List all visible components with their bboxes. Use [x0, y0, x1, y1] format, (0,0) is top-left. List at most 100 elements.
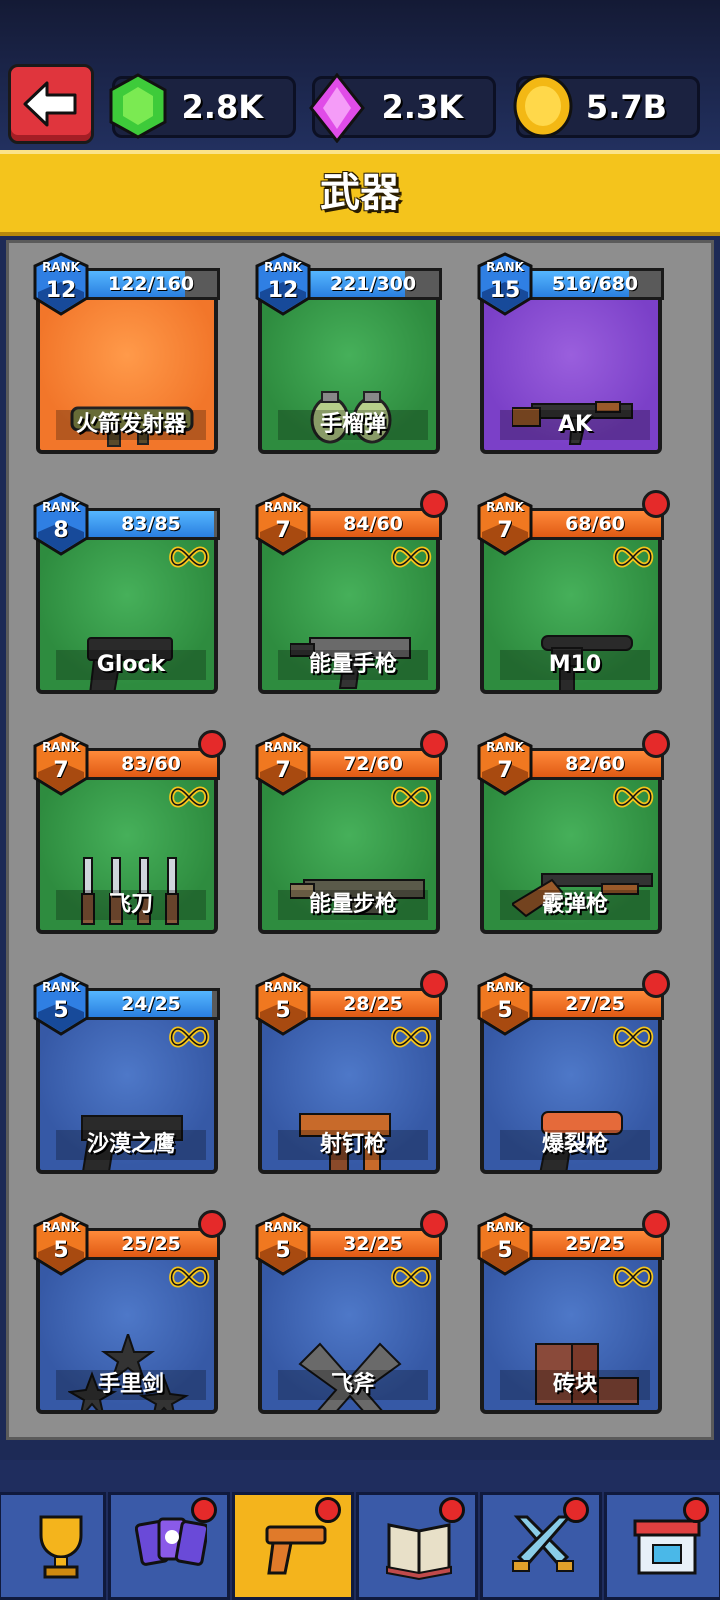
book-icon — [386, 1523, 452, 1581]
notification-dot — [642, 490, 670, 518]
notification-dot — [642, 730, 670, 758]
weapon-name: 能量步枪 — [278, 890, 428, 920]
rank-number: 5 — [53, 998, 69, 1023]
notification-dot — [315, 1497, 341, 1523]
weapon-card[interactable]: 爆裂枪 27/25 RANK 5 — [476, 964, 670, 1184]
currency-gem-green[interactable]: 2.8K — [109, 73, 296, 139]
notification-dot — [191, 1497, 217, 1523]
weapon-name: Glock — [56, 650, 206, 680]
notification-dot — [198, 1210, 226, 1238]
rank-badge: RANK 7 — [254, 492, 312, 556]
rank-badge: RANK 7 — [254, 732, 312, 796]
back-arrow-icon — [23, 81, 77, 127]
weapon-card[interactable]: 沙漠之鹰 24/25 RANK 5 — [32, 964, 222, 1184]
infinity-icon — [169, 1026, 210, 1048]
rank-number: 7 — [275, 518, 291, 543]
weapons-icon — [265, 1525, 327, 1575]
weapon-name: 沙漠之鹰 — [56, 1130, 206, 1160]
weapon-card[interactable]: 能量手枪 84/60 RANK 7 — [254, 484, 448, 704]
rank-number: 7 — [275, 758, 291, 783]
weapon-progress-text: 516/680 — [551, 273, 639, 295]
weapon-card[interactable]: 手里剑 25/25 RANK 5 — [32, 1204, 226, 1424]
weapon-progress-text: 221/300 — [329, 273, 417, 295]
nav-tab-battle[interactable] — [480, 1492, 602, 1600]
coin-amount: 5.7B — [585, 88, 667, 126]
weapon-card[interactable]: 飞刀 83/60 RANK 7 — [32, 724, 226, 944]
rank-number: 5 — [53, 1238, 69, 1263]
rank-badge: RANK 12 — [32, 252, 90, 316]
weapon-card[interactable]: 火箭发射器 122/160 RANK 12 — [32, 244, 222, 464]
rank-number: 5 — [275, 1238, 291, 1263]
rank-label: RANK — [42, 500, 80, 514]
rank-label: RANK — [486, 500, 524, 514]
weapon-progress-text: 25/25 — [121, 1233, 181, 1255]
weapon-card[interactable]: 飞斧 32/25 RANK 5 — [254, 1204, 448, 1424]
notification-dot — [642, 970, 670, 998]
nav-tab-cards[interactable] — [108, 1492, 230, 1600]
nav-tab-book[interactable] — [356, 1492, 478, 1600]
weapon-card[interactable]: Glock 83/85 RANK 8 — [32, 484, 222, 704]
back-button[interactable] — [8, 64, 94, 144]
currency-gem-pink[interactable]: 2.3K — [309, 73, 496, 143]
rank-badge: RANK 5 — [254, 972, 312, 1036]
infinity-icon — [613, 786, 654, 808]
weapon-progress-bar: 68/60 — [526, 508, 664, 540]
weapon-name: 飞刀 — [56, 890, 206, 920]
notification-dot — [563, 1497, 589, 1523]
weapon-card[interactable]: 能量步枪 72/60 RANK 7 — [254, 724, 448, 944]
weapon-progress-text: 83/60 — [121, 753, 181, 775]
notification-dot — [420, 970, 448, 998]
rank-number: 12 — [267, 278, 299, 303]
nav-tab-weapons[interactable] — [232, 1492, 354, 1600]
weapon-progress-bar: 25/25 — [82, 1228, 220, 1260]
weapon-progress-bar: 25/25 — [526, 1228, 664, 1260]
nav-tab-shop[interactable] — [604, 1492, 720, 1600]
notification-dot — [198, 730, 226, 758]
weapon-name: M10 — [500, 650, 650, 680]
weapon-card[interactable]: 霰弹枪 82/60 RANK 7 — [476, 724, 670, 944]
weapon-name: 射钉枪 — [278, 1130, 428, 1160]
notification-dot — [420, 730, 448, 758]
weapon-progress-text: 72/60 — [343, 753, 403, 775]
weapon-card[interactable]: M10 68/60 RANK 7 — [476, 484, 670, 704]
weapon-progress-bar: 122/160 — [82, 268, 220, 300]
infinity-icon — [391, 1266, 432, 1288]
weapon-progress-text: 32/25 — [343, 1233, 403, 1255]
weapon-progress-bar: 516/680 — [526, 268, 664, 300]
rank-badge: RANK 5 — [254, 1212, 312, 1276]
nav-tab-trophy[interactable] — [0, 1492, 106, 1600]
infinity-icon — [169, 786, 210, 808]
rank-badge: RANK 5 — [476, 1212, 534, 1276]
weapon-card[interactable]: 手榴弹 221/300 RANK 12 — [254, 244, 444, 464]
weapon-progress-bar: 24/25 — [82, 988, 220, 1020]
page-title: 武器 — [0, 150, 720, 236]
trophy-icon — [39, 1515, 83, 1579]
rank-badge: RANK 15 — [476, 252, 534, 316]
cards-icon — [135, 1517, 207, 1566]
infinity-icon — [169, 546, 210, 568]
gold-coin-icon — [513, 74, 573, 138]
weapon-name: 手里剑 — [56, 1370, 206, 1400]
rank-badge: RANK 8 — [32, 492, 90, 556]
rank-number: 5 — [275, 998, 291, 1023]
rank-number: 7 — [497, 518, 513, 543]
currency-coin[interactable]: 5.7B — [513, 74, 700, 138]
weapon-card[interactable]: 砖块 25/25 RANK 5 — [476, 1204, 670, 1424]
rank-label: RANK — [42, 260, 80, 274]
weapon-card[interactable]: 射钉枪 28/25 RANK 5 — [254, 964, 448, 1184]
weapon-progress-bar: 221/300 — [304, 268, 442, 300]
infinity-icon — [391, 1026, 432, 1048]
weapon-card[interactable]: AK 516/680 RANK 15 — [476, 244, 666, 464]
notification-dot — [439, 1497, 465, 1523]
weapon-name: 手榴弹 — [278, 410, 428, 440]
weapon-name: 火箭发射器 — [56, 410, 206, 440]
weapon-name: 砖块 — [500, 1370, 650, 1400]
weapon-progress-text: 28/25 — [343, 993, 403, 1015]
infinity-icon — [613, 546, 654, 568]
weapon-progress-text: 24/25 — [121, 993, 181, 1015]
rank-number: 7 — [497, 758, 513, 783]
rank-number: 5 — [497, 998, 513, 1023]
rank-label: RANK — [264, 500, 302, 514]
infinity-icon — [613, 1266, 654, 1288]
gem-green-amount: 2.8K — [181, 88, 263, 126]
